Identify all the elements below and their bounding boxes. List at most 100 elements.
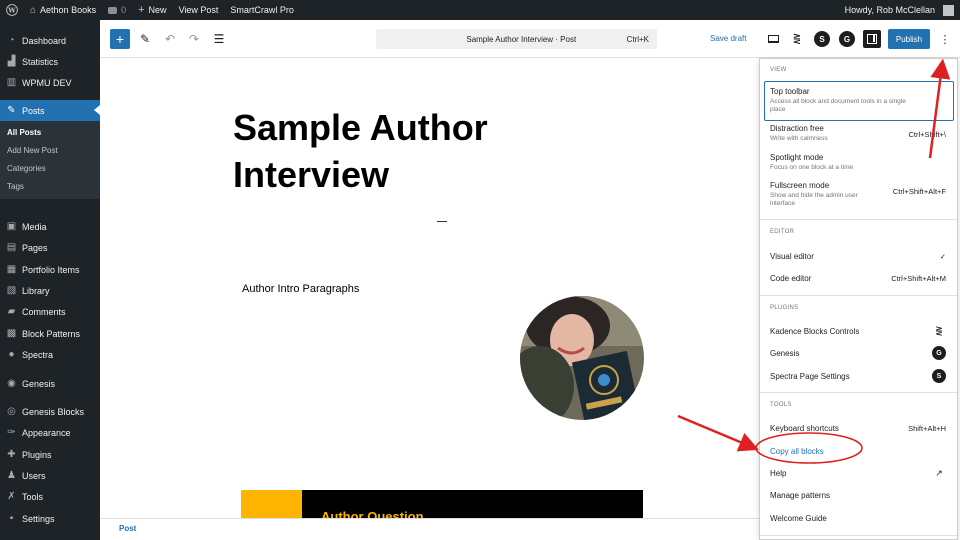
menu-item-help[interactable]: Help ↗ (770, 468, 948, 479)
menu-item-code-editor[interactable]: Code editor Ctrl+Shift+Alt+M (770, 274, 948, 283)
menu-item-distraction-free[interactable]: Distraction free Write with calmness Ctr… (770, 124, 948, 143)
media-icon: ▣ (6, 221, 17, 232)
smartcrawl-link[interactable]: SmartCrawl Pro (224, 0, 300, 20)
spectra-icon: S (814, 31, 830, 47)
sidebar-item-tools[interactable]: ✗ Tools (0, 486, 100, 507)
menu-item-welcome-guide[interactable]: Welcome Guide (770, 514, 948, 523)
submenu-add-new-post[interactable]: Add New Post (7, 146, 58, 155)
site-name-link[interactable]: ⌂ Aethon Books (24, 0, 102, 20)
sidebar-item-library[interactable]: ▧ Library (0, 280, 100, 301)
check-icon: ✓ (939, 252, 946, 261)
sidebar-item-comments[interactable]: ▰ Comments (0, 301, 100, 322)
menu-item-manage-patterns[interactable]: Manage patterns (770, 491, 948, 500)
submenu-all-posts[interactable]: All Posts (7, 128, 41, 137)
sidebar-item-label: Tools (22, 491, 44, 502)
tools-button[interactable]: ✎ (135, 29, 155, 49)
preview-button[interactable] (764, 30, 782, 48)
sidebar-item-media[interactable]: ▣ Media (0, 216, 100, 237)
sidebar-item-portfolio-items[interactable]: ▦ Portfolio Items (0, 259, 100, 280)
menu-item-top-toolbar[interactable]: Top toolbar Access all block and documen… (770, 87, 948, 114)
genesis-icon: ◉ (7, 378, 16, 389)
pin-icon: ✎ (7, 105, 16, 116)
more-vertical-icon: ⋮ (939, 33, 951, 46)
sidebar-item-wpmu-dev[interactable]: ▥ WPMU DEV (0, 72, 100, 93)
submenu-tags[interactable]: Tags (7, 182, 24, 191)
undo-button[interactable]: ↶ (160, 29, 180, 49)
sidebar-item-label: Dashboard (22, 35, 67, 46)
menu-item-fullscreen-mode[interactable]: Fullscreen mode Show and hide the admin … (770, 181, 948, 208)
menu-divider (760, 392, 957, 393)
sidebar-item-statistics[interactable]: ▟ Statistics (0, 51, 100, 72)
home-icon: ⌂ (30, 4, 37, 16)
shortcut-code-editor: Ctrl+Shift+Alt+M (891, 274, 946, 283)
document-title: Sample Author Interview · Post (466, 34, 577, 44)
sidebar-item-spectra[interactable]: ● Spectra (0, 344, 100, 365)
menu-divider (760, 219, 957, 220)
breadcrumb[interactable]: Post (119, 524, 136, 533)
sidebar-item-plugins[interactable]: ✚ Plugins (0, 444, 100, 465)
submenu-categories[interactable]: Categories (7, 164, 46, 173)
document-overview-button[interactable]: ☰ (209, 29, 229, 49)
kadence-controls-button[interactable]: ⋛ (788, 30, 806, 48)
sidebar-item-label: Genesis (22, 378, 56, 389)
view-post-link[interactable]: View Post (173, 0, 225, 20)
admin-sidebar: All Posts Add New Post Categories Tags ◔… (0, 20, 100, 540)
patterns-icon: ▩ (6, 328, 17, 339)
wordpress-logo-icon[interactable]: W (0, 0, 24, 20)
publish-button[interactable]: Publish (888, 29, 930, 49)
menu-item-genesis[interactable]: Genesis G (770, 346, 948, 360)
spectra-button[interactable]: S (813, 30, 831, 48)
wpmudev-icon: ▥ (6, 77, 17, 88)
settings-toggle-button[interactable] (863, 30, 881, 48)
plus-icon: + (115, 31, 125, 47)
plugin-icon: ✚ (7, 449, 16, 460)
sidebar-item-pages[interactable]: ▤ Pages (0, 237, 100, 258)
desktop-icon (767, 35, 779, 43)
sidebar-item-users[interactable]: ♟ Users (0, 465, 100, 486)
undo-icon: ↶ (164, 32, 176, 46)
menu-heading-editor: EDITOR (770, 229, 795, 235)
sidebar-item-label: Settings (22, 513, 55, 524)
menu-item-keyboard-shortcuts[interactable]: Keyboard shortcuts Shift+Alt+H (770, 424, 948, 433)
post-title[interactable]: Sample Author Interview (233, 104, 553, 198)
spectra-icon: ● (8, 349, 15, 360)
sidebar-item-label: Spectra (22, 349, 54, 360)
menu-item-copy-all-blocks[interactable]: Copy all blocks (770, 447, 948, 456)
sidebar-item-block-patterns[interactable]: ▩ Block Patterns (0, 323, 100, 344)
author-photo[interactable] (520, 296, 644, 420)
separator-block[interactable] (437, 221, 447, 222)
comment-icon: ▰ (7, 306, 16, 317)
menu-item-spotlight-mode[interactable]: Spotlight mode Focus on one block at a t… (770, 153, 948, 172)
menu-item-spectra-settings[interactable]: Spectra Page Settings S (770, 369, 948, 383)
add-block-button[interactable]: + (110, 29, 130, 49)
menu-item-kadence-controls[interactable]: Kadence Blocks Controls ⋛ (770, 326, 948, 337)
avatar (943, 4, 954, 16)
genesis-icon: G (932, 346, 946, 360)
new-content-link[interactable]: + New (132, 0, 172, 20)
redo-button[interactable]: ↷ (184, 29, 204, 49)
account-menu[interactable]: Howdy, Rob McClellan (839, 0, 960, 20)
genesis-button[interactable]: G (838, 30, 856, 48)
comments-link[interactable]: 0 (102, 0, 132, 20)
sidebar-item-label: Appearance (22, 427, 71, 438)
menu-item-visual-editor[interactable]: Visual editor ✓ (770, 252, 948, 261)
intro-heading-block[interactable]: Author Intro Paragraphs (242, 283, 359, 295)
sidebar-item-settings[interactable]: ▪ Settings (0, 508, 100, 529)
sidebar-item-genesis-blocks[interactable]: ◎ Genesis Blocks (0, 401, 100, 422)
sidebar-item-dashboard[interactable]: ◔ Dashboard (0, 30, 100, 51)
editor-canvas: Sample Author Interview Author Intro Par… (100, 58, 760, 518)
menu-divider (760, 295, 957, 296)
genesis-blocks-icon: ◎ (7, 406, 16, 417)
save-draft-button[interactable]: Save draft (710, 29, 746, 49)
brush-icon: ✑ (7, 427, 16, 438)
kadence-icon: ⋛ (792, 33, 802, 45)
author-question-block[interactable]: Author Question (241, 490, 643, 518)
sidebar-item-label: Comments (22, 306, 66, 317)
list-view-icon: ☰ (213, 32, 225, 46)
options-button[interactable]: ⋮ (936, 30, 954, 48)
sidebar-item-appearance[interactable]: ✑ Appearance (0, 422, 100, 443)
command-palette-bar[interactable]: Sample Author Interview · Post Ctrl+K (376, 29, 657, 49)
sidebar-item-genesis[interactable]: ◉ Genesis (0, 373, 100, 394)
sidebar-item-posts[interactable]: ✎ Posts (0, 100, 100, 121)
sidebar-item-label: Genesis Blocks (22, 406, 85, 417)
